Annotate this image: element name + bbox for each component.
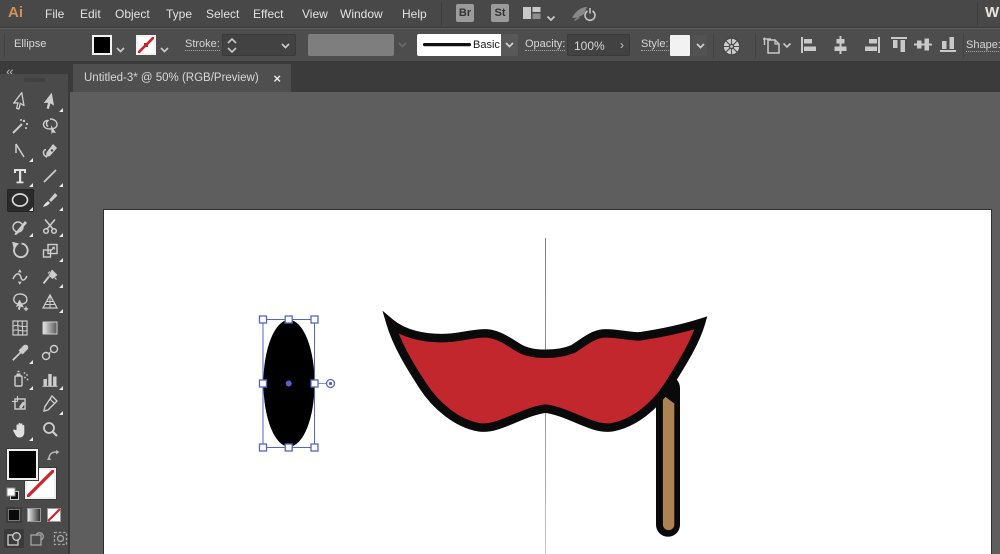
- tool-width[interactable]: [7, 266, 34, 289]
- tool-column-graph[interactable]: [37, 368, 64, 391]
- recolor-artwork-icon[interactable]: [722, 37, 741, 61]
- brush-stroke-preview: [423, 43, 471, 47]
- tool-artboard[interactable]: [7, 393, 34, 416]
- tools-panel-grip[interactable]: [24, 78, 45, 82]
- stroke-color-swatch[interactable]: [136, 35, 156, 55]
- tool-scissors[interactable]: [37, 215, 64, 238]
- stroke-weight-combo[interactable]: [222, 34, 296, 56]
- draw-inside-button[interactable]: [50, 529, 70, 548]
- gpu-performance-rocket-icon[interactable]: [570, 4, 596, 29]
- tool-hand[interactable]: [7, 419, 34, 442]
- controlbar-grip: [4, 33, 5, 57]
- document-tab-title: Untitled-3* @ 50% (RGB/Preview): [84, 72, 259, 84]
- tab-close-icon[interactable]: ×: [273, 71, 281, 86]
- tool-scale[interactable]: [37, 240, 64, 263]
- align-center-icon[interactable]: [832, 36, 849, 59]
- stroke-chevron-icon[interactable]: [159, 41, 170, 59]
- document-tab[interactable]: Untitled-3* @ 50% (RGB/Preview) ×: [73, 64, 291, 92]
- tool-curvature[interactable]: [37, 140, 64, 163]
- illustrator-logo: Ai: [8, 4, 23, 21]
- artboard[interactable]: [103, 209, 992, 554]
- style-swatch[interactable]: [670, 35, 690, 56]
- tool-ellipse[interactable]: [7, 189, 34, 212]
- tool-selection[interactable]: [7, 90, 34, 113]
- tool-eyedropper[interactable]: [7, 342, 34, 365]
- brush-chevron-button[interactable]: [501, 34, 518, 56]
- stock-button[interactable]: St: [491, 4, 509, 22]
- tool-direct-selection[interactable]: [37, 90, 64, 113]
- stroke-panel-link[interactable]: Stroke:: [185, 38, 220, 51]
- menu-help[interactable]: Help: [402, 7, 427, 21]
- controlbar-separator-2: [755, 33, 756, 58]
- tool-shaper[interactable]: [7, 215, 34, 238]
- menu-type[interactable]: Type: [166, 7, 192, 21]
- align-bottom-icon[interactable]: [939, 36, 957, 58]
- align-left-icon[interactable]: [800, 36, 817, 59]
- tab-strip: « Untitled-3* @ 50% (RGB/Preview) ×: [0, 62, 1000, 92]
- default-fill-stroke-icon[interactable]: [6, 487, 20, 506]
- controlbar-separator-3: [963, 33, 964, 58]
- tool-mesh[interactable]: [7, 317, 34, 340]
- brush-definition-dropdown[interactable]: Basic: [417, 34, 501, 56]
- tool-pen[interactable]: [7, 140, 34, 163]
- swap-fill-stroke-icon[interactable]: [46, 450, 60, 468]
- menubar-separator: [441, 2, 442, 26]
- tool-perspective-grid[interactable]: [37, 291, 64, 314]
- document-setup-icon[interactable]: [762, 36, 784, 61]
- color-mode-button[interactable]: [6, 507, 22, 523]
- menu-file[interactable]: File: [45, 7, 64, 21]
- tool-magic-wand[interactable]: [7, 115, 34, 138]
- menu-bar: Ai File Edit Object Type Select Effect V…: [0, 0, 1000, 28]
- tool-slice[interactable]: [37, 393, 64, 416]
- control-bar: Ellipse Stroke: Basic Opacity: 100% › St…: [0, 29, 1000, 62]
- menu-effect[interactable]: Effect: [253, 7, 283, 21]
- tool-type[interactable]: [7, 165, 34, 188]
- none-mode-button[interactable]: [46, 507, 62, 523]
- width-profile-chevron-icon: [397, 41, 408, 49]
- menu-edit[interactable]: Edit: [80, 7, 101, 21]
- opacity-value: 100%: [574, 39, 605, 53]
- draw-normal-button[interactable]: [4, 529, 24, 548]
- fill-swatch-indicator[interactable]: [7, 449, 38, 480]
- fill-chevron-icon[interactable]: [115, 41, 126, 59]
- tool-paintbrush[interactable]: [37, 189, 64, 212]
- tool-rotate[interactable]: [7, 240, 34, 263]
- tool-line-segment[interactable]: [37, 165, 64, 188]
- tool-gradient[interactable]: [37, 317, 64, 340]
- width-profile-dropdown-disabled: [308, 34, 394, 56]
- bridge-button[interactable]: Br: [456, 4, 474, 22]
- menu-view[interactable]: View: [302, 7, 328, 21]
- workspace-chevron-icon[interactable]: [546, 9, 556, 27]
- tool-symbol-sprayer[interactable]: [7, 368, 34, 391]
- align-top-icon[interactable]: [890, 36, 908, 58]
- fill-color-swatch[interactable]: [92, 35, 112, 55]
- opacity-panel-link[interactable]: Opacity:: [525, 38, 565, 51]
- style-panel-link[interactable]: Style:: [641, 38, 669, 51]
- draw-behind-button[interactable]: [27, 529, 47, 548]
- corner-letter: W: [985, 4, 999, 21]
- align-middle-icon[interactable]: [914, 36, 932, 58]
- menubar-right-separator: [977, 2, 978, 26]
- tool-blend[interactable]: [37, 342, 64, 365]
- document-setup-chevron-icon[interactable]: [782, 42, 792, 49]
- tool-zoom[interactable]: [37, 419, 64, 442]
- tool-shape-builder[interactable]: [7, 291, 34, 314]
- controlbar-separator-1: [713, 33, 714, 58]
- tool-free-transform[interactable]: [37, 266, 64, 289]
- shape-panel-link[interactable]: Shape:: [966, 39, 1000, 52]
- opacity-expand-arrow[interactable]: ›: [620, 38, 624, 52]
- workspace-layout-icon[interactable]: [523, 6, 541, 26]
- style-chevron-button[interactable]: [692, 35, 707, 56]
- opacity-combo[interactable]: 100% ›: [567, 34, 630, 56]
- selected-object-label: Ellipse: [14, 38, 46, 50]
- menu-select[interactable]: Select: [206, 7, 239, 21]
- tool-lasso[interactable]: [37, 115, 64, 138]
- gradient-mode-button[interactable]: [26, 507, 42, 523]
- align-right-icon[interactable]: [864, 36, 881, 59]
- menu-window[interactable]: Window: [340, 7, 383, 21]
- tools-panel: [0, 74, 70, 554]
- menu-object[interactable]: Object: [115, 7, 150, 21]
- brush-name-label: Basic: [473, 39, 500, 51]
